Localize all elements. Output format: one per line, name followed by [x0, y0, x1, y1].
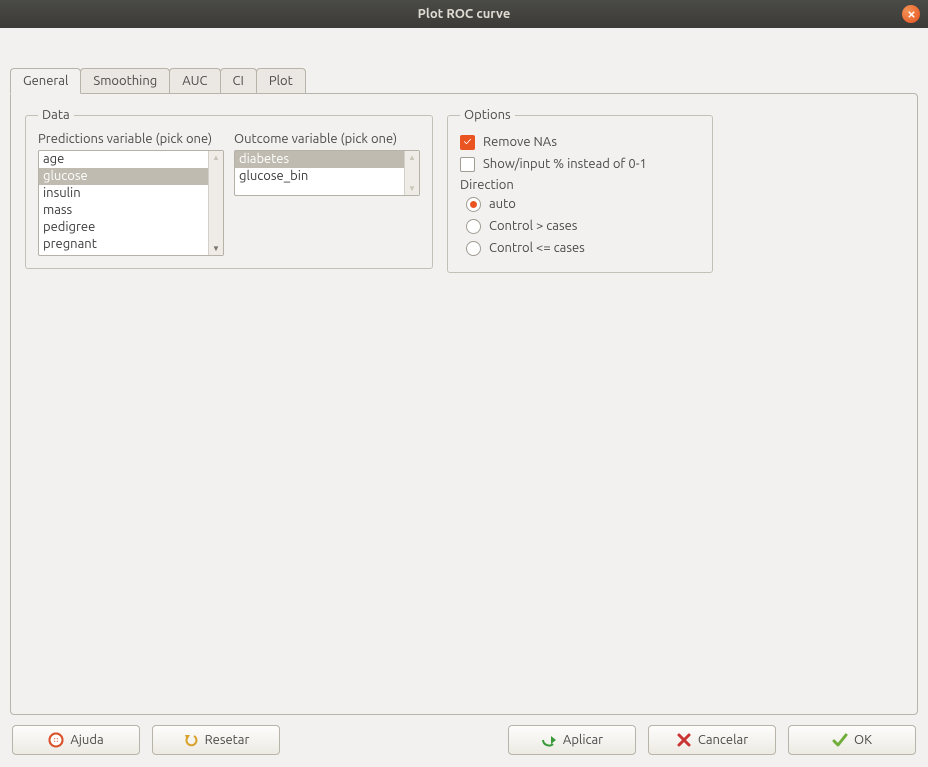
help-icon [48, 732, 64, 748]
list-item[interactable]: pedigree [39, 219, 208, 236]
scrollbar[interactable]: ▲ ▼ [208, 151, 223, 255]
button-label: Cancelar [698, 733, 748, 747]
tab-label: AUC [182, 74, 207, 88]
scroll-down-icon[interactable]: ▼ [210, 242, 223, 255]
cancel-icon [676, 732, 692, 748]
tab-smoothing[interactable]: Smoothing [80, 68, 170, 93]
cancel-button[interactable]: Cancelar [648, 725, 776, 755]
button-label: Ajuda [70, 733, 103, 747]
direction-control-gt-radio[interactable]: Control > cases [466, 216, 700, 236]
list-item[interactable]: insulin [39, 185, 208, 202]
tab-label: Plot [269, 74, 293, 88]
radio-icon [466, 241, 481, 256]
ok-button[interactable]: OK [788, 725, 916, 755]
direction-heading: Direction [460, 178, 700, 192]
close-icon [907, 10, 916, 19]
close-button[interactable] [902, 5, 920, 23]
direction-control-lte-radio[interactable]: Control <= cases [466, 238, 700, 258]
radio-label: Control <= cases [489, 241, 585, 255]
tab-panel-general: Data Predictions variable (pick one) age… [10, 93, 918, 715]
tab-ci[interactable]: CI [220, 68, 257, 93]
button-label: Aplicar [563, 733, 603, 747]
outcome-label: Outcome variable (pick one) [234, 132, 420, 146]
data-fieldset: Data Predictions variable (pick one) age… [25, 108, 433, 269]
help-button[interactable]: Ajuda [12, 725, 140, 755]
tab-label: Smoothing [93, 74, 157, 88]
checkbox-label: Show/input % instead of 0-1 [483, 157, 647, 171]
window-title: Plot ROC curve [418, 7, 511, 21]
tab-label: CI [233, 74, 244, 88]
list-item[interactable]: glucose [39, 168, 208, 185]
scroll-up-icon[interactable]: ▲ [406, 151, 419, 164]
undo-icon [183, 732, 199, 748]
radio-icon [466, 197, 481, 212]
predictions-listbox[interactable]: age glucose insulin mass pedigree pregna… [38, 150, 224, 256]
reset-button[interactable]: Resetar [152, 725, 280, 755]
show-pct-checkbox[interactable]: Show/input % instead of 0-1 [460, 154, 700, 174]
radio-label: auto [489, 197, 516, 211]
tabstrip: General Smoothing AUC CI Plot [10, 38, 918, 93]
outcome-listbox[interactable]: diabetes glucose_bin ▲ ▼ [234, 150, 420, 196]
list-item[interactable]: pregnant [39, 236, 208, 253]
options-legend: Options [460, 108, 515, 122]
list-item[interactable]: diabetes [235, 151, 404, 168]
checkbox-icon: ✓ [460, 135, 475, 150]
remove-nas-checkbox[interactable]: ✓ Remove NAs [460, 132, 700, 152]
radio-label: Control > cases [489, 219, 577, 233]
tab-general[interactable]: General [10, 68, 81, 94]
apply-icon [541, 732, 557, 748]
list-item[interactable]: age [39, 151, 208, 168]
scrollbar[interactable]: ▲ ▼ [404, 151, 419, 195]
list-item[interactable]: glucose_bin [235, 168, 404, 185]
apply-button[interactable]: Aplicar [508, 725, 636, 755]
button-label: OK [854, 733, 872, 747]
tab-auc[interactable]: AUC [169, 68, 220, 93]
tab-label: General [23, 74, 68, 88]
radio-icon [466, 219, 481, 234]
direction-auto-radio[interactable]: auto [466, 194, 700, 214]
checkbox-icon [460, 157, 475, 172]
predictions-label: Predictions variable (pick one) [38, 132, 224, 146]
options-fieldset: Options ✓ Remove NAs Show/input % instea… [447, 108, 713, 273]
button-bar: Ajuda Resetar Aplicar Cancelar [10, 715, 918, 757]
check-icon [832, 732, 848, 748]
spacer [292, 725, 496, 755]
direction-radio-group: auto Control > cases Control <= cases [460, 194, 700, 258]
button-label: Resetar [205, 733, 250, 747]
scroll-up-icon[interactable]: ▲ [210, 151, 223, 164]
titlebar: Plot ROC curve [0, 0, 928, 28]
list-item[interactable]: mass [39, 202, 208, 219]
scroll-down-icon[interactable]: ▼ [406, 182, 419, 195]
data-legend: Data [38, 108, 74, 122]
tab-plot[interactable]: Plot [256, 68, 306, 93]
checkbox-label: Remove NAs [483, 135, 557, 149]
